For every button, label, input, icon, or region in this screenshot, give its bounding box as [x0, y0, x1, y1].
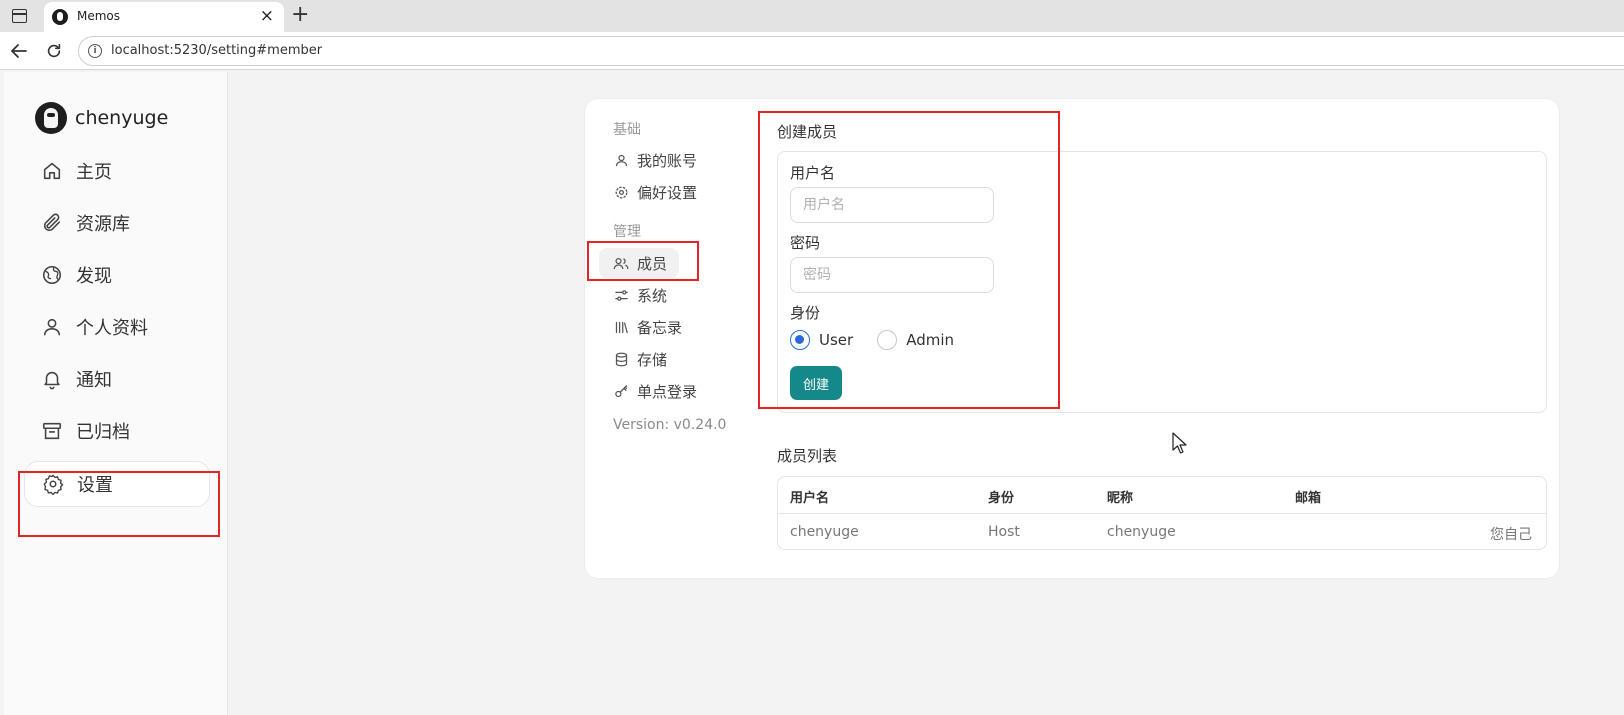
- url-text[interactable]: localhost:5230/setting#member: [111, 43, 322, 58]
- sidebar-item-profile[interactable]: 个人资料: [24, 304, 210, 350]
- sidebar-item-label: 已归档: [76, 422, 130, 443]
- role-label: 身份: [790, 304, 821, 322]
- database-icon: [613, 351, 629, 367]
- member-list-title: 成员列表: [777, 447, 838, 465]
- role-user-radio[interactable]: [790, 330, 810, 350]
- role-admin-radio[interactable]: [877, 330, 898, 350]
- archive-icon: [40, 419, 64, 443]
- settings-card: 基础 我的账号 偏好设置 管理 成员 系统 备忘录 存储 单点登录 Versio…: [584, 98, 1560, 579]
- back-button[interactable]: [7, 39, 31, 63]
- sidebar-item-settings[interactable]: 设置: [24, 461, 210, 507]
- settings-item-label: 存储: [637, 350, 668, 369]
- table-header-row: 用户名 身份 昵称 邮箱: [778, 477, 1546, 514]
- username-label: 用户名: [790, 164, 836, 182]
- cell-role: Host: [988, 524, 1020, 540]
- sidebar-item-resources[interactable]: 资源库: [24, 200, 210, 246]
- url-field[interactable]: i localhost:5230/setting#member: [78, 36, 1624, 66]
- settings-item-preferences[interactable]: 偏好设置: [599, 177, 765, 207]
- tab-close-icon[interactable]: ×: [260, 6, 274, 26]
- sidebar-item-label: 资源库: [76, 214, 130, 235]
- column-header-email: 邮箱: [1295, 491, 1322, 506]
- sidebar-item-archived[interactable]: 已归档: [24, 408, 210, 454]
- user-menu[interactable]: chenyuge: [35, 102, 168, 134]
- sidebar-item-label: 设置: [77, 475, 113, 496]
- mouse-cursor-icon: [1172, 432, 1187, 454]
- globe-icon: [40, 263, 64, 287]
- reload-button[interactable]: [42, 39, 66, 63]
- settings-item-label: 单点登录: [637, 382, 698, 401]
- column-header-nickname: 昵称: [1107, 491, 1134, 506]
- sidebar-item-label: 发现: [76, 266, 112, 287]
- create-member-form: 用户名 密码 身份 User Admin 创建: [777, 151, 1547, 413]
- key-icon: [613, 383, 629, 399]
- user-icon: [40, 315, 64, 339]
- settings-group-basic: 基础: [613, 122, 641, 138]
- cell-username: chenyuge: [790, 524, 859, 540]
- settings-item-memos[interactable]: 备忘录: [599, 312, 765, 342]
- sidebar-item-notifications[interactable]: 通知: [24, 356, 210, 402]
- sidebar-item-label: 个人资料: [76, 318, 148, 339]
- sidebar-username: chenyuge: [75, 107, 169, 129]
- settings-item-system[interactable]: 系统: [599, 280, 765, 310]
- settings-item-storage[interactable]: 存储: [599, 344, 765, 374]
- sidebar-item-label: 通知: [76, 370, 112, 391]
- library-icon: [613, 319, 629, 335]
- browser-tab[interactable]: Memos ×: [44, 2, 284, 32]
- column-header-username: 用户名: [790, 491, 830, 506]
- settings-group-admin: 管理: [613, 224, 641, 240]
- role-admin-label[interactable]: Admin: [906, 331, 954, 349]
- settings-item-members[interactable]: 成员: [599, 248, 679, 278]
- cell-action-yourself: 您自己: [1490, 527, 1532, 543]
- memos-favicon-icon: [52, 9, 68, 25]
- sliders-icon: [613, 287, 629, 303]
- reload-icon: [47, 43, 61, 58]
- gear-icon: [613, 184, 629, 200]
- app-sidebar: chenyuge 主页 资源库 发现 个人资料 通知 已归档 设置: [4, 72, 228, 715]
- browser-address-bar: i localhost:5230/setting#member: [0, 32, 1624, 70]
- settings-item-label: 我的账号: [637, 151, 698, 170]
- tab-title: Memos: [77, 9, 121, 23]
- sidebar-item-explore[interactable]: 发现: [24, 252, 210, 298]
- member-table: 用户名 身份 昵称 邮箱 chenyuge Host chenyuge 您自己: [777, 476, 1547, 550]
- sidebar-item-home[interactable]: 主页: [24, 148, 210, 194]
- username-input[interactable]: [790, 187, 994, 223]
- site-info-icon[interactable]: i: [88, 44, 102, 58]
- role-user-label[interactable]: User: [819, 331, 853, 349]
- password-label: 密码: [790, 234, 821, 252]
- role-radio-group: User Admin: [790, 330, 978, 350]
- gear-icon: [41, 472, 65, 496]
- settings-item-my-account[interactable]: 我的账号: [599, 145, 765, 175]
- settings-item-sso[interactable]: 单点登录: [599, 376, 765, 406]
- settings-item-label: 偏好设置: [637, 183, 698, 202]
- cell-nickname: chenyuge: [1107, 524, 1176, 540]
- password-input[interactable]: [790, 257, 994, 293]
- settings-item-label: 成员: [637, 254, 668, 273]
- user-icon: [613, 152, 629, 168]
- version-text: Version: v0.24.0: [613, 417, 727, 433]
- bell-icon: [40, 367, 64, 391]
- paperclip-icon: [40, 211, 64, 235]
- create-member-title: 创建成员: [777, 123, 838, 141]
- sidebar-item-label: 主页: [76, 162, 112, 183]
- home-icon: [40, 159, 64, 183]
- browser-tab-bar: Memos × +: [0, 0, 1624, 32]
- settings-item-label: 系统: [637, 286, 668, 305]
- new-tab-button[interactable]: +: [291, 1, 309, 29]
- column-header-role: 身份: [988, 491, 1015, 506]
- users-icon: [613, 255, 629, 271]
- settings-item-label: 备忘录: [637, 318, 683, 337]
- table-row: chenyuge Host chenyuge 您自己: [778, 514, 1546, 549]
- avatar: [35, 102, 67, 134]
- create-member-button[interactable]: 创建: [790, 366, 842, 400]
- arrow-left-icon: [11, 44, 27, 58]
- tab-actions-icon[interactable]: [12, 9, 27, 23]
